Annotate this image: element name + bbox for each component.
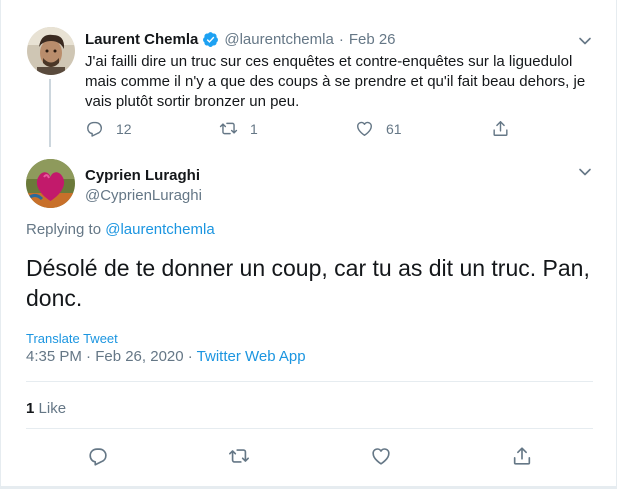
- likes-count: 1: [26, 400, 35, 417]
- main-tweet-actions: [1, 445, 617, 469]
- replying-to-link[interactable]: @laurentchemla: [105, 221, 214, 238]
- reply-button[interactable]: 12: [85, 119, 132, 138]
- share-icon[interactable]: [511, 445, 533, 467]
- chevron-down-icon[interactable]: [578, 165, 592, 179]
- retweet-button[interactable]: 1: [219, 119, 258, 138]
- tweet-meta: 4:35 PM · Feb 26, 2020 · Twitter Web App: [26, 348, 306, 365]
- replying-to: Replying to @laurentchemla: [26, 221, 215, 238]
- translate-tweet-link[interactable]: Translate Tweet: [26, 331, 118, 346]
- parent-tweet-header: Laurent Chemla @laurentchemla · Feb 26: [85, 31, 396, 48]
- retweet-icon[interactable]: [228, 445, 250, 467]
- avatar[interactable]: [26, 159, 75, 208]
- author-handle[interactable]: @laurentchemla: [224, 31, 333, 48]
- tweet-timestamp[interactable]: 4:35 PM · Feb 26, 2020: [26, 348, 184, 365]
- like-count: 61: [386, 120, 402, 137]
- meta-separator: ·: [183, 348, 197, 365]
- like-button[interactable]: 61: [355, 119, 402, 138]
- divider: [26, 381, 593, 382]
- author-name[interactable]: Cyprien Luraghi: [85, 167, 200, 184]
- parent-tweet-actions: 12 1 61: [85, 119, 525, 141]
- avatar[interactable]: [27, 27, 75, 75]
- share-button[interactable]: [491, 119, 510, 138]
- reply-icon[interactable]: [87, 445, 109, 467]
- tweet-date[interactable]: Feb 26: [349, 31, 396, 48]
- tweet-source[interactable]: Twitter Web App: [197, 348, 306, 365]
- chevron-down-icon[interactable]: [578, 34, 592, 48]
- retweet-count: 1: [250, 120, 258, 137]
- likes-label: Like: [38, 400, 67, 417]
- like-icon[interactable]: [370, 445, 392, 467]
- avatar-image: [26, 159, 75, 208]
- author-handle[interactable]: @CyprienLuraghi: [85, 187, 202, 204]
- reply-count: 12: [116, 120, 132, 137]
- reply-icon: [87, 121, 103, 137]
- share-icon: [493, 121, 508, 136]
- author-name[interactable]: Laurent Chemla: [85, 31, 198, 48]
- tweet-thread: Laurent Chemla @laurentchemla · Feb 26 J…: [0, 0, 617, 489]
- parent-tweet[interactable]: Laurent Chemla @laurentchemla · Feb 26 J…: [1, 0, 617, 150]
- verified-badge-icon: [202, 31, 219, 48]
- main-tweet-text: Désolé de te donner un coup, car tu as d…: [26, 255, 590, 311]
- parent-tweet-text: J'ai failli dire un truc sur ces enquête…: [85, 53, 586, 110]
- likes-summary[interactable]: 1 Like: [26, 400, 66, 417]
- avatar-image: [27, 27, 75, 75]
- separator-dot: ·: [338, 31, 344, 48]
- like-icon: [357, 121, 372, 136]
- replying-to-prefix: Replying to: [26, 221, 106, 238]
- divider: [26, 428, 593, 429]
- thread-connector-line: [49, 79, 51, 147]
- retweet-icon: [219, 122, 238, 135]
